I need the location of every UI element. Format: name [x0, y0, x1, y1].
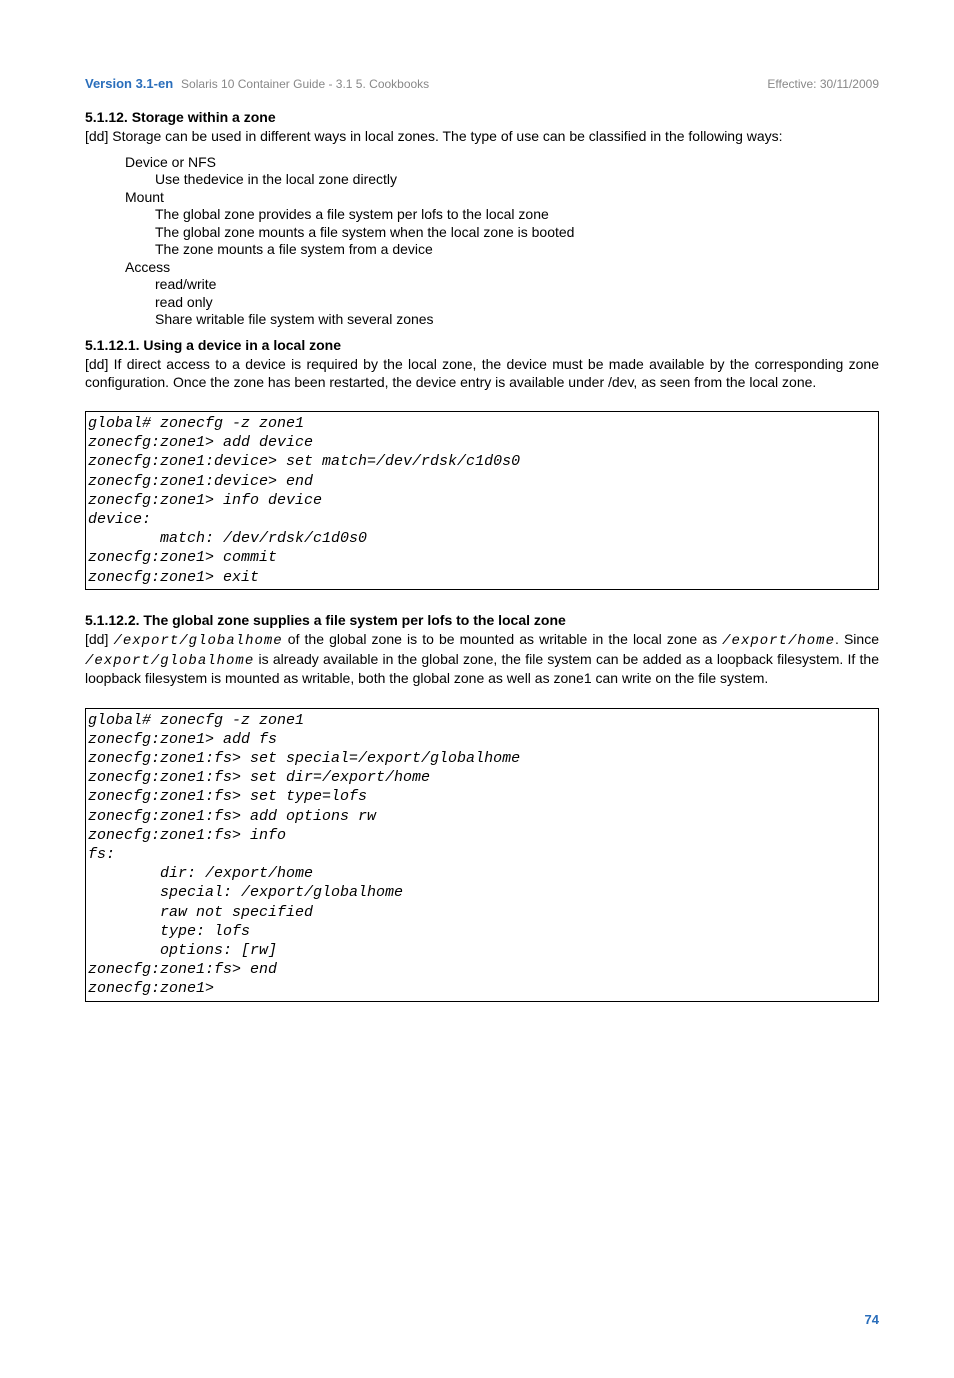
code-block-lofs: global# zonecfg -z zone1 zonecfg:zone1> …: [85, 708, 879, 1002]
item-device-0: Use thedevice in the local zone directly: [155, 171, 879, 189]
code-inline-1: /export/globalhome: [113, 633, 282, 649]
para-5-1-12-intro: [dd] Storage can be used in different wa…: [85, 128, 879, 146]
text-frag-3: . Since: [835, 631, 879, 647]
para-5-1-12-2-intro: [dd] /export/globalhome of the global zo…: [85, 631, 879, 688]
item-mount-1: The global zone mounts a file system whe…: [155, 224, 879, 242]
text-frag-2: of the global zone is to be mounted as w…: [283, 631, 722, 647]
heading-5-1-12-1: 5.1.12.1. Using a device in a local zone: [85, 337, 879, 355]
term-access: Access: [125, 259, 879, 277]
classification-list: Device or NFS Use thedevice in the local…: [125, 154, 879, 329]
item-access-2: Share writable file system with several …: [155, 311, 879, 329]
header-effective-date: Effective: 30/11/2009: [767, 77, 879, 92]
doc-version: Version 3.1-en: [85, 76, 173, 91]
item-access-1: read only: [155, 294, 879, 312]
header-left: Version 3.1-en Solaris 10 Container Guid…: [85, 75, 767, 93]
term-device-nfs: Device or NFS: [125, 154, 879, 172]
item-mount-0: The global zone provides a file system p…: [155, 206, 879, 224]
code-inline-3: /export/globalhome: [85, 653, 254, 669]
item-access-0: read/write: [155, 276, 879, 294]
page-number: 74: [85, 1312, 879, 1328]
heading-5-1-12: 5.1.12. Storage within a zone: [85, 109, 879, 127]
term-mount: Mount: [125, 189, 879, 207]
doc-title-path: Solaris 10 Container Guide - 3.1 5. Cook…: [181, 77, 429, 91]
heading-5-1-12-2: 5.1.12.2. The global zone supplies a fil…: [85, 612, 879, 630]
item-mount-2: The zone mounts a file system from a dev…: [155, 241, 879, 259]
para-5-1-12-1-intro: [dd] If direct access to a device is req…: [85, 356, 879, 391]
code-block-device: global# zonecfg -z zone1 zonecfg:zone1> …: [85, 411, 879, 590]
code-inline-2: /export/home: [722, 633, 835, 649]
text-frag-1: [dd]: [85, 631, 113, 647]
page-header: Version 3.1-en Solaris 10 Container Guid…: [85, 75, 879, 93]
